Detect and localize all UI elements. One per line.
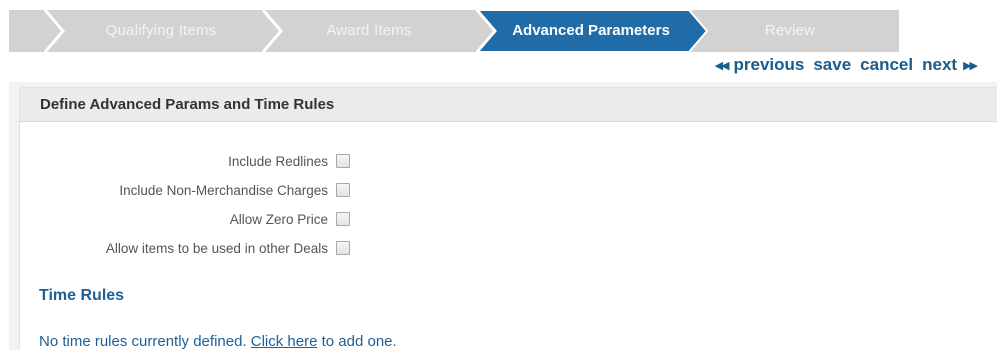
allow-items-other-deals-checkbox[interactable] xyxy=(336,241,350,255)
param-label: Include Redlines xyxy=(228,153,328,169)
double-left-arrow-icon: ◀◀ xyxy=(714,59,730,72)
param-label: Include Non-Merchandise Charges xyxy=(119,182,328,198)
include-non-merchandise-charges-checkbox[interactable] xyxy=(336,183,350,197)
cancel-link[interactable]: cancel xyxy=(860,55,913,75)
param-label: Allow Zero Price xyxy=(229,211,328,227)
double-right-arrow-icon: ▶▶ xyxy=(963,59,978,72)
param-row-include-redlines: Include Redlines xyxy=(20,150,350,172)
next-label: next xyxy=(922,55,958,74)
wizard-step-qualifying-items[interactable]: Qualifying Items xyxy=(71,10,251,52)
wizard-nav-actions: ◀◀ previous save cancel next ▶▶ xyxy=(715,54,978,76)
param-label: Allow items to be used in other Deals xyxy=(105,240,328,256)
panel-title: Define Advanced Params and Time Rules xyxy=(20,88,997,122)
add-time-rule-link[interactable]: Click here xyxy=(251,333,318,350)
wizard-step-advanced-parameters[interactable]: Advanced Parameters xyxy=(485,10,697,52)
previous-label: previous xyxy=(733,55,805,74)
previous-link[interactable]: ◀◀ previous xyxy=(715,55,805,75)
time-rules-title: Time Rules xyxy=(39,287,125,304)
empty-message-text: No time rules currently defined. xyxy=(39,333,247,350)
param-row-include-non-merchandise-charges: Include Non-Merchandise Charges xyxy=(20,179,350,201)
wizard-step-review[interactable]: Review xyxy=(745,10,835,52)
param-row-allow-zero-price: Allow Zero Price xyxy=(20,208,350,230)
allow-zero-price-checkbox[interactable] xyxy=(336,212,350,226)
advanced-params-panel: Define Advanced Params and Time Rules In… xyxy=(19,87,997,350)
param-row-allow-items-other-deals: Allow items to be used in other Deals xyxy=(20,237,350,259)
include-redlines-checkbox[interactable] xyxy=(336,154,350,168)
save-link[interactable]: save xyxy=(813,55,851,75)
wizard-steps-bar: Qualifying Items Award Items Advanced Pa… xyxy=(9,10,899,52)
next-link[interactable]: next ▶▶ xyxy=(922,55,978,75)
empty-message-suffix: to add one. xyxy=(321,333,397,350)
time-rules-empty-message: No time rules currently defined. Click h… xyxy=(39,333,397,350)
wizard-step-award-items[interactable]: Award Items xyxy=(289,10,449,52)
